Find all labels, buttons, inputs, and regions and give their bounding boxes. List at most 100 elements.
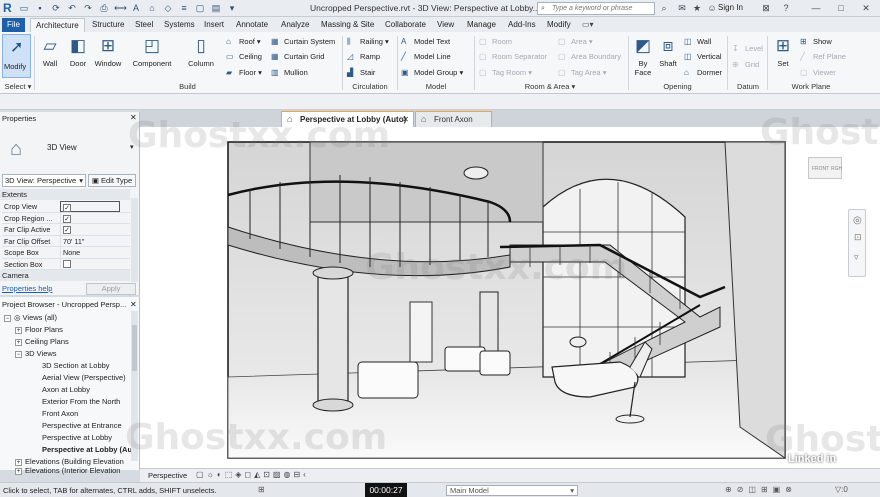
maximize-icon[interactable]: □	[835, 2, 847, 14]
door-button[interactable]: ◧ Door	[64, 34, 92, 68]
section-box-checkbox[interactable]	[63, 259, 71, 268]
extents-group-header[interactable]: Extents	[0, 189, 130, 200]
column-button[interactable]: ▯ Column	[184, 34, 218, 68]
wall-button[interactable]: ▱ Wall	[36, 34, 64, 68]
wall-opening-button[interactable]: ◫ Wall	[684, 37, 711, 46]
3d-view-icon[interactable]: ⌂	[146, 2, 158, 14]
subscription-icon[interactable]: ✉	[676, 2, 688, 14]
filter-icon[interactable]: ▽:0	[835, 485, 848, 494]
sign-in-link[interactable]: Sign In	[718, 3, 743, 12]
workset-icon[interactable]: ⊞	[258, 485, 265, 494]
tree-item-floor-plans[interactable]: + Floor Plans	[15, 325, 63, 334]
room-separator-button[interactable]: ▢ Room Separator	[479, 52, 547, 61]
curtain-system-button[interactable]: ▦ Curtain System	[271, 37, 335, 46]
pan-icon[interactable]: ▿	[854, 252, 859, 263]
close-tab-icon[interactable]: ✕	[402, 112, 409, 127]
minimize-icon[interactable]: —	[810, 2, 822, 14]
show-work-plane-button[interactable]: ⊞ Show	[800, 37, 832, 46]
properties-scrollbar[interactable]	[131, 198, 138, 282]
component-button[interactable]: ◰ Component	[128, 34, 176, 68]
open-icon[interactable]: ▭	[18, 2, 30, 14]
measure-icon[interactable]: ⟷	[114, 2, 127, 14]
section-icon[interactable]: ◇	[162, 2, 174, 14]
tree-item-view[interactable]: Exterior From the North	[42, 397, 120, 406]
model-group-button[interactable]: ▣ Model Group ▾	[401, 68, 463, 77]
vertical-opening-button[interactable]: ◫ Vertical	[684, 52, 722, 61]
close-hidden-icon[interactable]: ▢	[194, 2, 206, 14]
modify-button[interactable]: ➚ Modify	[2, 34, 31, 78]
room-button[interactable]: ▢ Room	[479, 37, 512, 46]
tree-item-3d-views[interactable]: −3D Views	[15, 349, 57, 358]
zoom-icon[interactable]: ⊡	[854, 232, 862, 243]
by-face-button[interactable]: ◩ By Face	[630, 34, 656, 77]
tree-item-building-elevations[interactable]: + Elevations (Building Elevation	[15, 457, 124, 466]
dormer-button[interactable]: ⌂ Dormer	[684, 68, 722, 77]
apply-button[interactable]: Apply	[86, 283, 136, 295]
level-button[interactable]: ↧ Level	[732, 44, 763, 53]
viewer-button[interactable]: ▢ Viewer	[800, 68, 836, 77]
drawing-canvas[interactable]: FRONT RGH ◎ ⊡ ▿ Ghostxx.com Ghostxx.com …	[125, 112, 880, 468]
tab-modify[interactable]: Modify	[542, 18, 576, 32]
shaft-button[interactable]: ⧈ Shaft	[656, 34, 680, 68]
exchange-icon[interactable]: ⊠	[760, 2, 772, 14]
tree-item-view[interactable]: Perspective at Entrance	[42, 421, 122, 430]
app-logo-icon[interactable]: R	[3, 1, 16, 15]
ribbon-options-icon[interactable]: ▭▾	[582, 20, 594, 29]
type-selector-dropdown-icon[interactable]: ▾	[130, 143, 134, 151]
tab-analyze[interactable]: Analyze	[276, 18, 314, 32]
window-button[interactable]: ⊞ Window	[92, 34, 124, 68]
tab-view[interactable]: View	[432, 18, 459, 32]
select-panel-label[interactable]: Select ▾	[2, 82, 34, 91]
stair-button[interactable]: ▟ Stair	[347, 68, 375, 77]
tab-insert[interactable]: Insert	[199, 18, 229, 32]
tab-add-ins[interactable]: Add-Ins	[503, 18, 541, 32]
model-line-button[interactable]: ╱ Model Line	[401, 52, 451, 61]
far-clip-offset-field[interactable]: 70' 11"	[60, 235, 120, 247]
tab-manage[interactable]: Manage	[462, 18, 501, 32]
active-workset-select[interactable]: Main Model ▾	[446, 485, 578, 496]
properties-help-link[interactable]: Properties help	[2, 284, 52, 293]
view-mode-label[interactable]: Perspective	[148, 471, 187, 480]
tab-systems[interactable]: Systems	[159, 18, 200, 32]
text-icon[interactable]: A	[130, 2, 142, 14]
user-icon[interactable]: ☺	[706, 2, 718, 14]
camera-group-header[interactable]: Camera	[0, 270, 130, 281]
browser-scrollbar[interactable]	[131, 311, 138, 461]
save-icon[interactable]: ▪	[34, 2, 46, 14]
tab-structure[interactable]: Structure	[87, 18, 129, 32]
binoculars-icon[interactable]: ⌕	[658, 2, 670, 14]
floor-button[interactable]: ▰ Floor ▾	[226, 68, 262, 77]
tab-annotate[interactable]: Annotate	[231, 18, 273, 32]
room-area-panel-label[interactable]: Room & Area ▾	[510, 82, 590, 91]
selection-option-icons[interactable]: ⊕⊘◫⊞▣⊗	[725, 485, 797, 494]
far-clip-active-checkbox[interactable]: ✓	[63, 226, 71, 234]
instance-filter-select[interactable]: 3D View: Perspective ▾	[2, 174, 86, 187]
tab-file[interactable]: File	[2, 18, 25, 32]
model-text-button[interactable]: A Model Text	[401, 37, 450, 46]
type-name[interactable]: 3D View	[47, 143, 77, 152]
view-tab-perspective-at-lobby[interactable]: ⌂ Perspective at Lobby (Auto) ✕	[281, 111, 414, 127]
tree-item-view[interactable]: Aerial View (Perspective)	[42, 373, 126, 382]
area-boundary-button[interactable]: ▢ Area Boundary	[558, 52, 621, 61]
set-work-plane-button[interactable]: ⊞ Set	[770, 34, 796, 68]
view-control-icons[interactable]: ▢☼◐⬚◈◻◭⊡▨◍⊟‹	[196, 470, 309, 479]
railing-button[interactable]: ⫼ Railing ▾	[347, 37, 389, 46]
tab-steel[interactable]: Steel	[130, 18, 158, 32]
tab-architecture[interactable]: Architecture	[30, 18, 85, 32]
crop-view-checkbox[interactable]: ✓	[63, 204, 71, 212]
tree-item-view[interactable]: 3D Section at Lobby	[42, 361, 110, 370]
tree-item-ceiling-plans[interactable]: + Ceiling Plans	[15, 337, 69, 346]
tag-area-button[interactable]: ▢ Tag Area ▾	[558, 68, 606, 77]
tree-item-views[interactable]: − ◎ Views (all)	[4, 313, 57, 322]
ceiling-button[interactable]: ▭ Ceiling	[226, 52, 262, 61]
close-icon[interactable]: ✕	[860, 2, 872, 14]
ref-plane-button[interactable]: ╱ Ref Plane	[800, 52, 846, 61]
viewcube[interactable]: FRONT RGH	[808, 157, 842, 179]
steering-wheel-icon[interactable]: ◎	[853, 215, 862, 226]
scope-box-field[interactable]: None	[60, 247, 120, 258]
switch-windows-icon[interactable]: ▤	[210, 2, 222, 14]
view-tab-front-axon[interactable]: ⌂ Front Axon	[415, 111, 492, 127]
ramp-button[interactable]: ◿ Ramp	[347, 52, 380, 61]
close-icon[interactable]: ✕	[130, 113, 137, 122]
print-icon[interactable]: ⎙	[98, 2, 110, 14]
